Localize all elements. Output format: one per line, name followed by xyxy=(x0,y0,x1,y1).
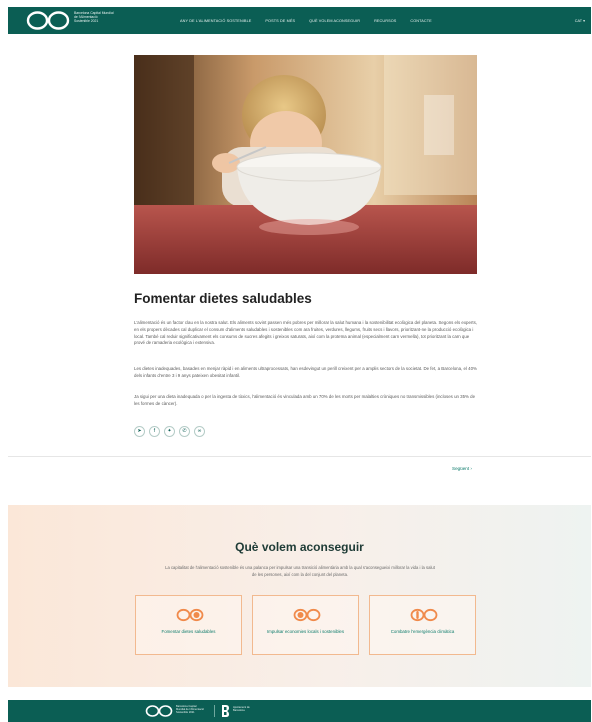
aims-subtitle: La capitalitat de l'alimentació sostenib… xyxy=(165,565,435,577)
article-title: Fomentar dietes saludables xyxy=(134,291,312,306)
aim-card-climate[interactable]: Combatre l'emergència climàtica xyxy=(369,595,476,655)
footer-separator xyxy=(214,705,215,717)
aims-title: Què volem aconseguir xyxy=(235,540,364,554)
healthy-diet-icon xyxy=(176,608,204,622)
telegram-icon[interactable]: ➤ xyxy=(134,426,145,437)
next-link[interactable]: Següent › xyxy=(452,466,472,471)
main-nav: ANY DE L'ALIMENTACIÓ SOSTENIBLE POSTS DE… xyxy=(180,7,432,34)
aim-card-label: Impulsar economies locals i sostenibles xyxy=(266,629,345,634)
article-paragraph-3: Ja sigui per una dieta inadequada o per … xyxy=(134,394,476,406)
hero-image-child-eating xyxy=(134,55,477,274)
nav-item-aims[interactable]: QUÈ VOLEM ACONSEGUIR xyxy=(309,19,360,23)
aims-section: Què volem aconseguir La capitalitat de l… xyxy=(8,505,591,687)
aim-card-label: Combatre l'emergència climàtica xyxy=(390,629,455,634)
divider xyxy=(8,456,591,457)
infinity-logo-icon[interactable] xyxy=(145,704,173,718)
share-buttons: ➤ f ✦ ✆ ∞ xyxy=(134,426,205,437)
nav-item-resources[interactable]: RECURSOS xyxy=(374,19,396,23)
local-economy-icon xyxy=(293,608,321,622)
footer-logo-text: Barcelona Capital Mundial de l'Alimentac… xyxy=(176,705,204,715)
language-selector[interactable]: CAT ▾ xyxy=(575,18,585,23)
article-paragraph-1: L'alimentació és un factor clau en la no… xyxy=(134,320,478,346)
nav-item-contact[interactable]: CONTACTE xyxy=(410,19,431,23)
hero-photo xyxy=(134,55,477,274)
nav-item-posts[interactable]: POSTS DE MÉS xyxy=(265,19,295,23)
top-navigation-bar: Barcelona Capital Mundial de l'Alimentac… xyxy=(8,7,591,34)
logo-text: Barcelona Capital Mundial de l'Alimentac… xyxy=(74,11,114,24)
footer-partner-text: Ajuntament de Barcelona xyxy=(233,706,250,713)
aim-card-local-economies[interactable]: Impulsar economies locals i sostenibles xyxy=(252,595,359,655)
article-paragraph-2: Les dietes inadequades, basades en menja… xyxy=(134,366,477,378)
infinity-logo-icon[interactable] xyxy=(26,10,70,31)
aim-card-label: Fomentar dietes saludables xyxy=(161,629,216,634)
aim-card-healthy-diets[interactable]: Fomentar dietes saludables xyxy=(135,595,242,655)
whatsapp-icon[interactable]: ✆ xyxy=(179,426,190,437)
twitter-icon[interactable]: ✦ xyxy=(164,426,175,437)
climate-icon xyxy=(410,608,438,622)
barcelona-logo-icon[interactable] xyxy=(220,704,230,718)
facebook-icon[interactable]: f xyxy=(149,426,160,437)
nav-item-any[interactable]: ANY DE L'ALIMENTACIÓ SOSTENIBLE xyxy=(180,19,251,23)
link-icon[interactable]: ∞ xyxy=(194,426,205,437)
footer: Barcelona Capital Mundial de l'Alimentac… xyxy=(8,700,591,722)
